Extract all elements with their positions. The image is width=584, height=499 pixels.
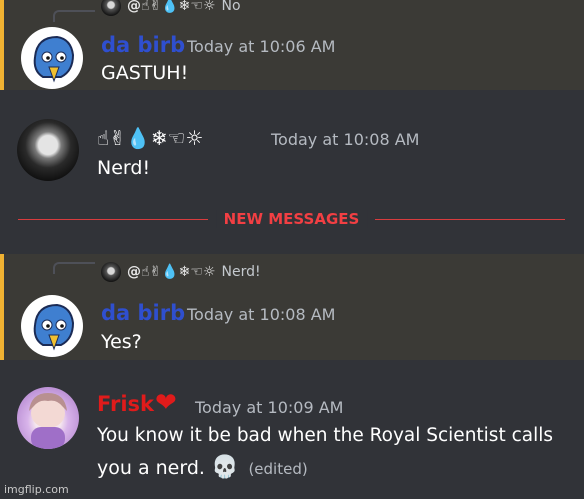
timestamp: Today at 10:06 AM bbox=[187, 37, 336, 56]
reply-avatar bbox=[101, 0, 121, 16]
blue-bird-avatar[interactable] bbox=[21, 295, 83, 357]
edited-label: (edited) bbox=[248, 460, 308, 478]
message-text-line-2-text: you a nerd. bbox=[97, 457, 205, 479]
message-1[interactable]: @☝✌💧❄☜☼ No da birb Today at 10:06 AM GAS… bbox=[0, 0, 584, 90]
message-2[interactable]: ☝✌💧❄☜☼ Today at 10:08 AM Nerd! bbox=[0, 90, 584, 200]
message-text: Nerd! bbox=[97, 157, 151, 179]
reply-text[interactable]: Nerd! bbox=[222, 264, 261, 280]
reply-author[interactable]: @☝✌💧❄☜☼ bbox=[127, 0, 216, 14]
timestamp: Today at 10:09 AM bbox=[195, 398, 344, 417]
reply-avatar bbox=[101, 262, 121, 282]
author-name[interactable]: Frisk bbox=[97, 392, 154, 416]
message-3[interactable]: @☝✌💧❄☜☼ Nerd! da birb Today at 10:08 AM … bbox=[0, 254, 584, 360]
frisk-avatar[interactable] bbox=[17, 387, 79, 449]
reply-spine bbox=[53, 10, 95, 22]
message-text: GASTUH! bbox=[101, 62, 189, 84]
reply-spine bbox=[53, 262, 95, 274]
blue-bird-avatar[interactable] bbox=[21, 27, 83, 89]
timestamp: Today at 10:08 AM bbox=[271, 130, 420, 149]
reply-author[interactable]: @☝✌💧❄☜☼ bbox=[127, 264, 216, 280]
author-name[interactable]: da birb bbox=[101, 301, 185, 325]
skull-emoji-icon: 💀 bbox=[211, 455, 239, 480]
new-messages-divider: NEW MESSAGES bbox=[18, 210, 565, 228]
message-text-line-2: you a nerd. 💀 (edited) bbox=[97, 455, 308, 480]
divider-line-right bbox=[375, 219, 565, 220]
divider-line-left bbox=[18, 219, 208, 220]
author-name[interactable]: ☝✌💧❄☜☼ bbox=[97, 126, 203, 150]
reply-text[interactable]: No bbox=[222, 0, 241, 14]
timestamp: Today at 10:08 AM bbox=[187, 305, 336, 324]
reply-preview[interactable]: @☝✌💧❄☜☼ No bbox=[101, 0, 241, 16]
author-name[interactable]: da birb bbox=[101, 33, 185, 57]
message-4[interactable]: Frisk ❤ Today at 10:09 AM You know it be… bbox=[0, 360, 584, 499]
watermark: imgflip.com bbox=[4, 483, 69, 496]
new-messages-label: NEW MESSAGES bbox=[215, 210, 368, 228]
gaster-avatar[interactable] bbox=[17, 119, 79, 181]
message-text-line-1: You know it be bad when the Royal Scient… bbox=[97, 425, 554, 446]
heart-badge-icon: ❤ bbox=[155, 388, 177, 418]
message-text: Yes? bbox=[101, 331, 142, 353]
reply-preview[interactable]: @☝✌💧❄☜☼ Nerd! bbox=[101, 262, 261, 282]
